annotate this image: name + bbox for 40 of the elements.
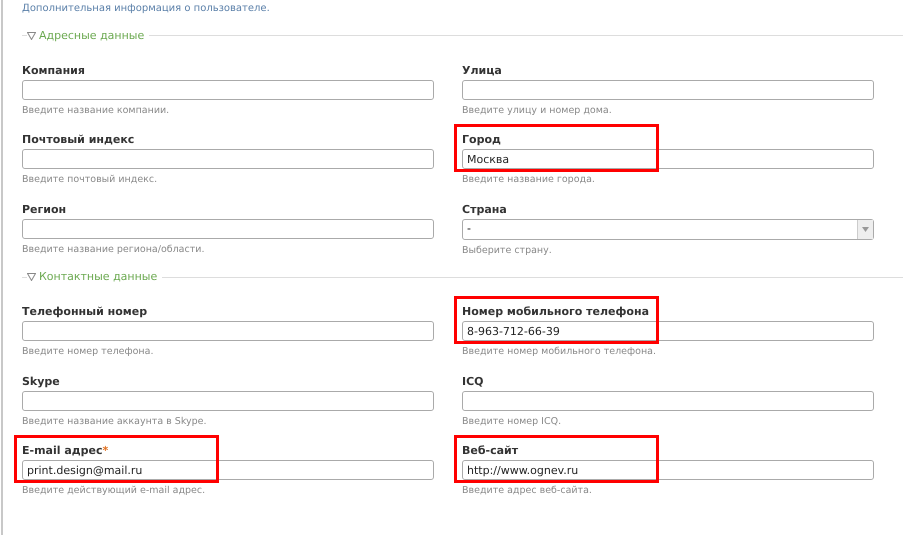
hint-text: Введите действующий e-mail адрес.	[22, 484, 206, 497]
description-text: Дополнительная информация о пользователе.	[22, 2, 270, 15]
hint-text: Введите адрес веб-сайта.	[462, 484, 592, 497]
field-label: Номер мобильного телефона	[462, 304, 650, 319]
input-field[interactable]	[22, 390, 434, 410]
input-field[interactable]: print.design@mail.ru	[22, 460, 434, 480]
hint-text: Введите название компании.	[22, 104, 170, 116]
field-label: Страна	[462, 202, 507, 216]
input-field[interactable]: Москва	[462, 149, 874, 169]
input-field[interactable]: http://www.ognev.ru	[462, 460, 874, 480]
field-label: Skype	[22, 374, 60, 388]
triangle-icon	[27, 273, 36, 281]
input-field[interactable]	[462, 390, 874, 410]
input-field[interactable]	[22, 80, 434, 100]
field-label: Компания	[22, 62, 85, 78]
field-label: Веб-сайт	[462, 443, 518, 458]
select-dropdown[interactable]: -	[462, 218, 874, 240]
caret-icon	[862, 226, 869, 232]
field-label: Улица	[462, 62, 502, 78]
input-field[interactable]	[22, 149, 434, 169]
hint-text: Введите номер телефона.	[22, 345, 154, 358]
field-label: Регион	[22, 202, 66, 216]
input-field[interactable]	[462, 80, 874, 100]
field-label: Город	[462, 132, 501, 147]
hint-text: Введите номер ICQ.	[462, 414, 562, 428]
field-label: ICQ	[462, 374, 484, 388]
hint-text: Введите номер мобильного телефона.	[462, 345, 656, 358]
input-field[interactable]: 8-963-712-66-39	[462, 321, 874, 341]
hint-text: Введите название аккаунта в Skype.	[22, 414, 207, 428]
field-label: E-mail адрес*	[22, 443, 108, 458]
hint-text: Введите почтовый индекс.	[22, 173, 158, 186]
input-field[interactable]	[22, 321, 434, 341]
hint-text: Введите название города.	[462, 173, 595, 186]
field-label: Почтовый индекс	[22, 132, 134, 147]
triangle-icon	[27, 32, 36, 40]
hint-text: Введите название региона/области.	[22, 242, 204, 256]
hint-text: Выберите страну.	[462, 244, 552, 256]
hint-text: Введите улицу и номер дома.	[462, 104, 612, 116]
field-label: Телефонный номер	[22, 304, 148, 319]
input-field[interactable]	[22, 218, 434, 238]
